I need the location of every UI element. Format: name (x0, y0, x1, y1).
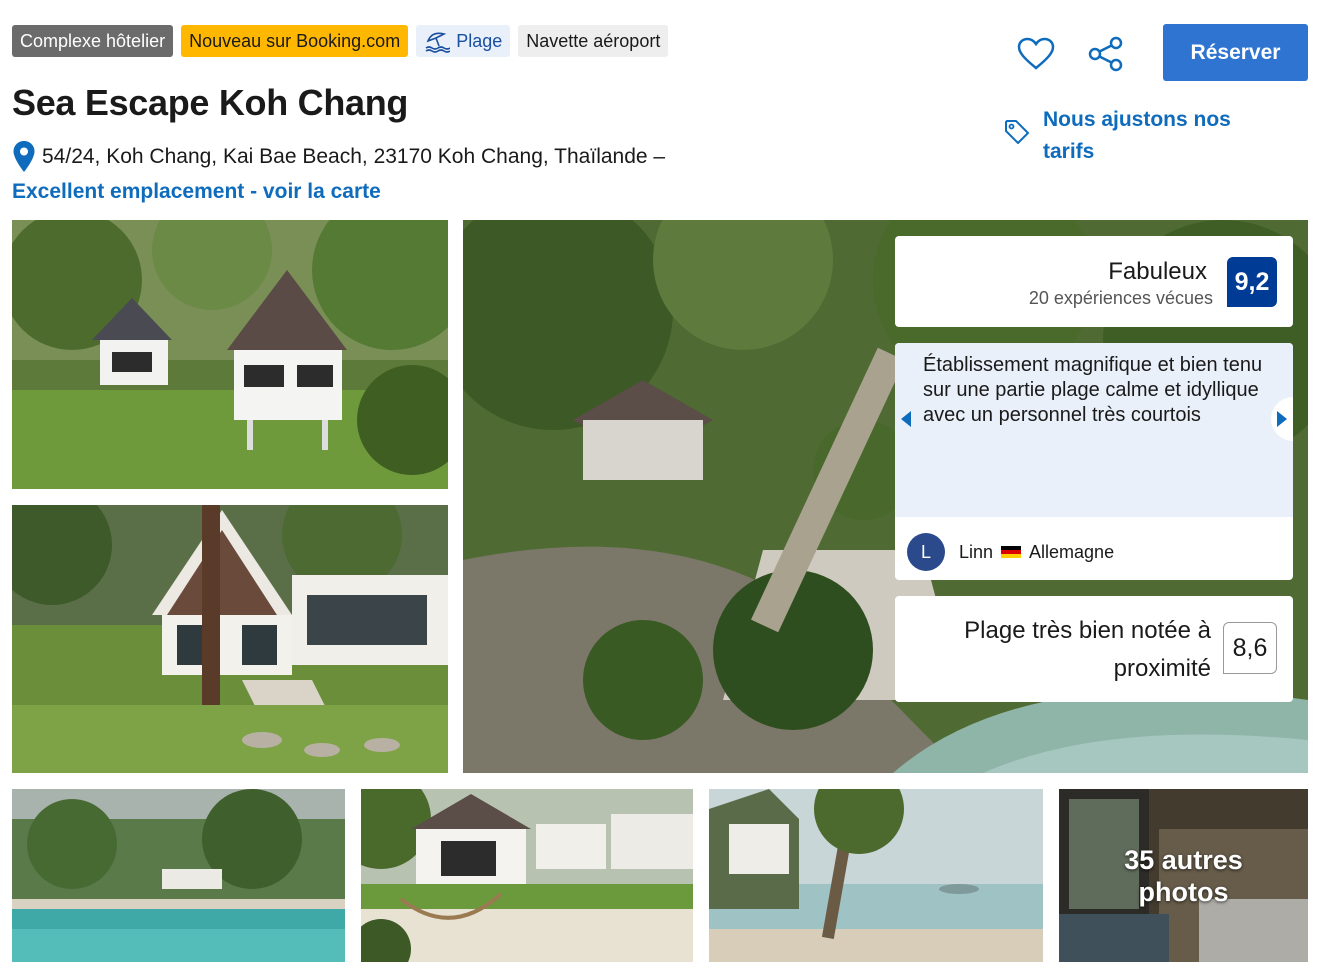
price-tag-icon (1005, 120, 1029, 144)
beach-badge-label: Plage (456, 30, 503, 51)
price-match-text: Nous ajustons nos tarifs (1043, 108, 1231, 163)
chevron-left-icon (901, 411, 911, 427)
reviewer-avatar: L (907, 533, 945, 571)
review-score-badge: 9,2 (1227, 257, 1277, 307)
reviewer-name: Linn (959, 541, 994, 562)
photo-beach-bungalow[interactable] (361, 789, 693, 962)
hotel-address: 54/24, Koh Chang, Kai Bae Beach, 23170 K… (12, 140, 665, 174)
photo-villa-steps-image (12, 505, 448, 773)
photo-lagoon[interactable] (12, 789, 345, 962)
new-on-booking-badge: Nouveau sur Booking.com (181, 25, 409, 57)
review-count: 20 expériences vécues (1028, 288, 1213, 308)
review-prev-button[interactable] (895, 397, 917, 441)
beach-umbrella-icon (425, 32, 451, 53)
more-photos-label: 35 autres photos (1124, 844, 1243, 907)
beach-badge: Plage (416, 25, 511, 57)
photo-villa-steps[interactable] (12, 505, 448, 773)
reviewer-info: L Linn Allemagne (907, 533, 1114, 571)
share-button[interactable] (1084, 32, 1128, 76)
photo-bungalows-garden[interactable] (12, 220, 448, 489)
beach-rating-text: Plage très bien notée à proximité (964, 617, 1211, 682)
beach-score-badge: 8,6 (1223, 622, 1277, 674)
photo-sea-view-image (709, 789, 1043, 962)
reserve-button[interactable]: Réserver (1163, 24, 1308, 81)
badge-row: Complexe hôtelier Nouveau sur Booking.co… (12, 25, 669, 57)
reviewer-country: Allemagne (1029, 541, 1115, 562)
rating-label: Fabuleux (1108, 258, 1207, 285)
guest-review-card: Établissement magnifique et bien tenu su… (895, 343, 1293, 580)
more-photos-tile[interactable]: 35 autres photos (1059, 789, 1308, 962)
share-icon (1088, 36, 1123, 72)
airport-shuttle-badge: Navette aéroport (518, 25, 669, 57)
hotel-name: Sea Escape Koh Chang (12, 82, 409, 123)
photo-sea-view[interactable] (709, 789, 1043, 962)
price-match-link[interactable]: Nous ajustons nos tarifs (1003, 104, 1263, 168)
review-score-card[interactable]: Fabuleux 20 expériences vécues 9,2 (895, 236, 1293, 327)
photo-lagoon-image (12, 789, 345, 962)
location-pin-icon (13, 141, 35, 172)
save-favorite-button[interactable] (1014, 32, 1058, 76)
germany-flag-icon (1001, 546, 1022, 558)
photo-bungalows-garden-image (12, 220, 448, 489)
beach-rating-card: Plage très bien notée à proximité 8,6 (895, 596, 1293, 702)
address-text: 54/24, Koh Chang, Kai Bae Beach, 23170 K… (42, 145, 666, 168)
heart-icon (1017, 37, 1055, 70)
photo-beach-bungalow-image (361, 789, 693, 962)
review-quote: Établissement magnifique et bien tenu su… (895, 343, 1293, 517)
show-map-link[interactable]: Excellent emplacement - voir la carte (12, 180, 381, 204)
chevron-right-icon (1277, 411, 1287, 427)
property-type-badge: Complexe hôtelier (12, 25, 174, 57)
